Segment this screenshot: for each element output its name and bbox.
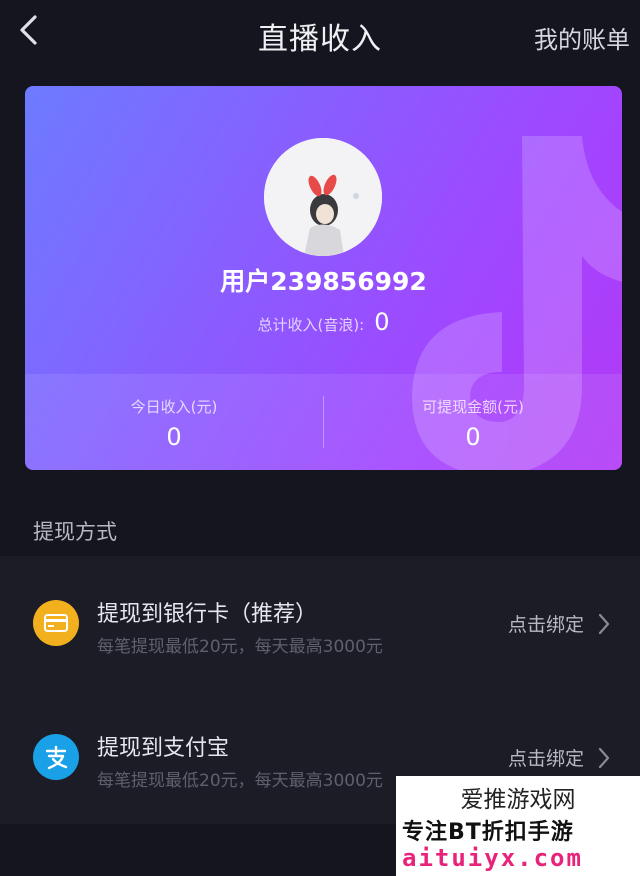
bind-alipay-button[interactable]: 点击绑定	[508, 744, 610, 771]
total-income-value: 0	[374, 308, 390, 336]
today-income-value: 0	[166, 423, 182, 451]
bank-card-icon	[33, 600, 79, 646]
avatar[interactable]	[264, 138, 382, 256]
watermark-overlay: 爱推游戏网 专注BT折扣手游 aituiyx.com	[396, 776, 640, 876]
total-income-label: 总计收入(音浪):	[257, 316, 365, 334]
avatar-image	[264, 138, 382, 256]
method-alipay-subtitle: 每笔提现最低20元，每天最高3000元	[97, 771, 383, 791]
withdrawable-amount: 可提现金额(元) 0	[324, 374, 622, 470]
bind-alipay-label: 点击绑定	[507, 748, 584, 770]
bind-bank-card-label: 点击绑定	[507, 614, 584, 636]
watermark-url: aituiyx.com	[402, 844, 583, 872]
method-bank-card[interactable]: 提现到银行卡（推荐） 每笔提现最低20元，每天最高3000元 点击绑定	[0, 556, 640, 690]
top-bar: 直播收入 我的账单	[0, 0, 640, 72]
method-bank-card-title: 提现到银行卡（推荐）	[97, 602, 318, 627]
watermark-site-name: 爱推游戏网	[460, 787, 576, 813]
alipay-icon	[33, 734, 79, 780]
username: 用户239856992	[220, 267, 427, 296]
income-card: 用户239856992 总计收入(音浪): 0 今日收入(元) 0 可提现金额(…	[25, 86, 622, 470]
total-income-row: 总计收入(音浪): 0	[25, 308, 622, 336]
withdrawable-amount-value: 0	[465, 423, 481, 451]
chevron-right-icon	[598, 747, 610, 768]
withdraw-methods-title: 提现方式	[33, 520, 117, 544]
chevron-right-icon	[598, 613, 610, 634]
watermark-slogan: 专注BT折扣手游	[402, 820, 574, 845]
method-bank-card-subtitle: 每笔提现最低20元，每天最高3000元	[97, 637, 383, 657]
bind-bank-card-button[interactable]: 点击绑定	[508, 610, 610, 637]
today-income: 今日收入(元) 0	[25, 374, 323, 470]
method-alipay-title: 提现到支付宝	[97, 736, 230, 761]
my-bill-link[interactable]: 我的账单	[534, 20, 630, 55]
withdrawable-amount-label: 可提现金额(元)	[422, 398, 524, 416]
income-stats: 今日收入(元) 0 可提现金额(元) 0	[25, 374, 622, 470]
today-income-label: 今日收入(元)	[130, 398, 218, 416]
